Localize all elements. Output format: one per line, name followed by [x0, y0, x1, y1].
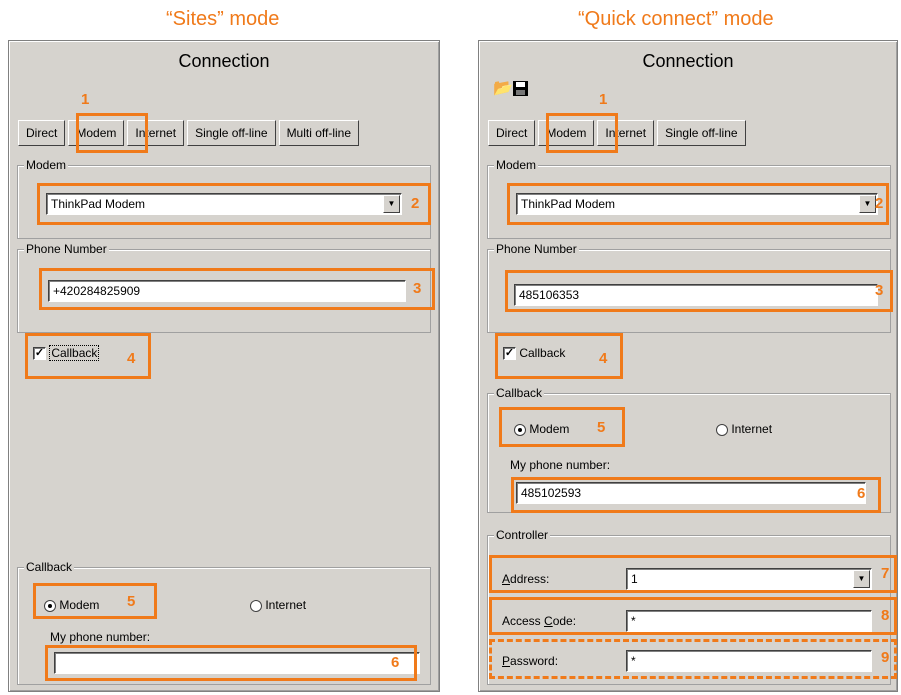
highlight-my-phone-input	[45, 645, 417, 681]
marker-2: 2	[875, 195, 884, 212]
marker-6: 6	[391, 654, 400, 671]
marker-3: 3	[413, 280, 422, 297]
marker-4: 4	[599, 350, 608, 367]
right-modem-legend: Modem	[494, 158, 539, 172]
right-phone-legend: Phone Number	[494, 242, 579, 256]
right-tab-bar: Direct Modem Internet Single off-line	[488, 120, 749, 146]
right-panel-title: Connection	[642, 51, 734, 71]
marker-3: 3	[875, 282, 884, 299]
left-tab-bar: Direct Modem Internet Single off-line Mu…	[18, 120, 362, 146]
highlight-address-row	[489, 555, 897, 593]
highlight-modem-select	[37, 183, 431, 225]
marker-5: 5	[127, 593, 136, 610]
marker-7: 7	[881, 565, 890, 582]
right-tab-single-offline[interactable]: Single off-line	[657, 120, 746, 146]
left-modem-legend: Modem	[24, 158, 69, 172]
marker-1: 1	[599, 91, 608, 108]
left-panel-title: Connection	[178, 51, 270, 71]
folder-open-icon[interactable]: 📂	[493, 81, 513, 97]
left-connection-panel: Connection Direct Modem Internet Single …	[8, 40, 440, 692]
left-radio-internet[interactable]: Internet	[250, 598, 306, 612]
marker-2: 2	[411, 195, 420, 212]
floppy-disk-icon[interactable]	[513, 81, 528, 100]
highlight-radio-modem	[499, 407, 625, 447]
marker-8: 8	[881, 607, 890, 624]
quick-connect-mode-title: “Quick connect” mode	[578, 8, 774, 30]
marker-9: 9	[881, 649, 890, 666]
left-my-phone-label: My phone number:	[50, 630, 151, 644]
left-radio-internet-label: Internet	[265, 598, 307, 612]
left-tab-multi-offline[interactable]: Multi off-line	[278, 120, 360, 146]
marker-6: 6	[857, 485, 866, 502]
highlight-modem-select	[507, 183, 889, 225]
right-callback-legend: Callback	[494, 386, 545, 400]
right-radio-internet-label: Internet	[731, 422, 773, 436]
highlight-password-row	[489, 639, 897, 679]
sites-mode-title: “Sites” mode	[166, 8, 280, 30]
highlight-modem-tab	[76, 113, 148, 153]
radio-unselected-icon[interactable]	[250, 599, 262, 612]
left-phone-legend: Phone Number	[24, 242, 109, 256]
radio-unselected-icon[interactable]	[716, 423, 728, 436]
right-my-phone-label: My phone number:	[510, 458, 611, 472]
left-callback-legend: Callback	[24, 560, 75, 574]
right-controller-legend: Controller	[494, 528, 551, 542]
highlight-phone-input	[39, 268, 435, 310]
right-connection-panel: Connection 📂 Direct Modem Internet Singl…	[478, 40, 898, 692]
highlight-access-code-row	[489, 597, 897, 635]
left-tab-single-offline[interactable]: Single off-line	[187, 120, 276, 146]
highlight-my-phone-input	[511, 477, 881, 513]
marker-5: 5	[597, 419, 606, 436]
marker-4: 4	[127, 350, 136, 367]
highlight-radio-modem	[33, 583, 157, 619]
highlight-phone-input	[505, 270, 893, 312]
marker-1: 1	[81, 91, 90, 108]
highlight-modem-tab	[546, 113, 618, 153]
right-tab-direct[interactable]: Direct	[488, 120, 536, 146]
left-tab-direct[interactable]: Direct	[18, 120, 66, 146]
right-radio-internet[interactable]: Internet	[716, 422, 772, 436]
